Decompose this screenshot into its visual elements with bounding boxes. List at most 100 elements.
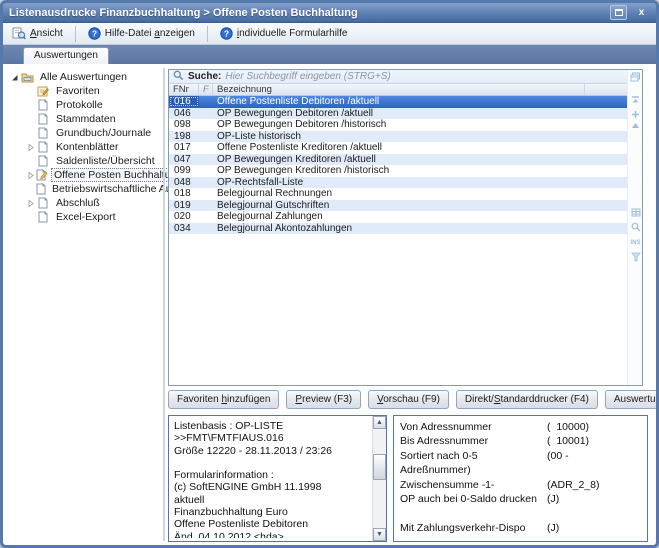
expand-arrow-icon[interactable] <box>25 170 36 181</box>
report-row-047[interactable]: 047 OP Bewegungen Kreditoren /aktuell <box>169 154 627 166</box>
auswertung-drucken-button[interactable]: Auswertung drucken <box>605 390 659 409</box>
scroll-down-icon[interactable]: ▼ <box>373 528 386 541</box>
toolbar-label: individuelle Formularhilfe <box>237 28 348 39</box>
parameter-label: OP auch bei 0-Saldo drucken <box>400 493 547 507</box>
column-header-bezeichnung[interactable]: Bezeichnung <box>213 84 585 95</box>
tree-item-betriebswirtschaftliche-auswertungen[interactable]: Betriebswirtschaftliche Auswertungen <box>9 182 161 196</box>
report-row-016[interactable]: 016 Offene Postenliste Debitoren /aktuell <box>169 96 627 108</box>
scroll-top-icon[interactable] <box>628 96 643 107</box>
cell-bezeichnung: OP-Liste historisch <box>213 131 585 142</box>
direkt-standarddrucker-button[interactable]: Direkt/Standarddrucker (F4) <box>456 390 598 409</box>
form-info-line: Finanzbuchhaltung Euro <box>174 506 368 518</box>
tree-item-grundbuch-journale[interactable]: Grundbuch/Journale <box>9 126 161 140</box>
scrollbar[interactable]: ▲ ▼ <box>372 416 386 541</box>
parameter-value <box>547 507 643 521</box>
report-row-020[interactable]: 020Belegjournal Zahlungen <box>169 211 627 223</box>
tree-item-kontenbl-tter[interactable]: Kontenblätter <box>9 140 161 154</box>
scroll-thumb[interactable] <box>373 454 386 480</box>
tree-spacer <box>25 184 36 195</box>
form-info-line <box>174 457 368 469</box>
report-row-198[interactable]: 198OP-Liste historisch <box>169 131 627 143</box>
restore-button[interactable] <box>610 5 627 20</box>
filter-icon[interactable] <box>628 252 643 264</box>
cell-fnr: 016 <box>169 96 199 107</box>
parameter-line <box>400 507 643 521</box>
cell-fnr: 048 <box>169 177 199 188</box>
report-row-017[interactable]: 017Offene Postenliste Kreditoren /aktuel… <box>169 142 627 154</box>
form-info-line: Größe 12220 - 28.11.2013 / 23:26 <box>174 445 368 457</box>
page-icon <box>36 127 50 139</box>
tree-item-stammdaten[interactable]: Stammdaten <box>9 112 161 126</box>
hilfe-datei-button[interactable]: ?Hilfe-Datei anzeigen <box>83 25 200 42</box>
preview-button[interactable]: Preview (F3) <box>286 390 361 409</box>
parameter-label: Von Adressnummer <box>400 421 547 435</box>
app-window: Listenausdrucke Finanzbuchhaltung > Offe… <box>0 0 659 548</box>
titlebar[interactable]: Listenausdrucke Finanzbuchhaltung > Offe… <box>3 3 656 23</box>
cell-bezeichnung: OP Bewegungen Debitoren /historisch <box>213 119 585 130</box>
column-header-f[interactable]: F <box>199 84 213 95</box>
cell-bezeichnung: Belegjournal Gutschriften <box>213 200 585 211</box>
vorschau-button[interactable]: Vorschau (F9) <box>368 390 449 409</box>
parameter-line: Adreßnummer) <box>400 464 643 478</box>
svg-text:?: ? <box>224 28 229 38</box>
report-row-018[interactable]: 018Belegjournal Rechnungen <box>169 188 627 200</box>
tab-auswertungen[interactable]: Auswertungen <box>23 47 109 64</box>
cell-fnr: 047 <box>169 154 199 165</box>
collapse-arrow-icon[interactable] <box>9 72 20 83</box>
toolbar-label: Ansicht <box>30 28 63 39</box>
tree-item-abschlu-[interactable]: Abschluß <box>9 196 161 210</box>
list-header: FNr F Bezeichnung <box>169 84 627 96</box>
report-row-048[interactable]: 048OP-Rechtsfall-Liste <box>169 177 627 189</box>
cell-bezeichnung: Belegjournal Zahlungen <box>213 211 585 222</box>
cell-fnr: 046 <box>169 108 199 119</box>
tree-item-label: Offene Posten Buchhaltung <box>51 168 185 182</box>
tree-item-offene-posten-buchhaltung[interactable]: Offene Posten Buchhaltung <box>9 168 161 182</box>
tree-item-alle-auswertungen[interactable]: Alle Auswertungen <box>9 70 161 84</box>
parameter-line: OP auch bei 0-Saldo drucken(J) <box>400 493 643 507</box>
report-row-034[interactable]: 034Belegjournal Akontozahlungen <box>169 223 627 235</box>
tree-item-label: Favoriten <box>53 84 103 98</box>
splitter[interactable] <box>163 68 165 541</box>
report-row-099[interactable]: 099 OP Bewegungen Kreditoren /historisch <box>169 165 627 177</box>
cell-bezeichnung: OP Bewegungen Kreditoren /aktuell <box>213 154 585 165</box>
cell-bezeichnung: OP Bewegungen Kreditoren /historisch <box>213 165 585 176</box>
grid-icon[interactable] <box>628 208 643 219</box>
report-row-019[interactable]: 019Belegjournal Gutschriften <box>169 200 627 212</box>
close-button[interactable]: x <box>633 5 650 20</box>
parameter-label: Bis Adressnummer <box>400 435 547 449</box>
cell-fnr: 099 <box>169 165 199 176</box>
columns-chooser-icon[interactable] <box>628 72 643 84</box>
folder-views-icon <box>20 72 34 83</box>
tree-item-protokolle[interactable]: Protokolle <box>9 98 161 112</box>
expand-arrow-icon[interactable] <box>25 198 36 209</box>
search-icon <box>173 70 184 84</box>
form-info-line: Listenbasis : OP-LISTE <box>174 420 368 432</box>
expand-plus-icon[interactable] <box>628 110 643 121</box>
page-icon <box>36 211 50 223</box>
parameter-value: (J) <box>547 493 643 507</box>
search-label: Suche: <box>188 71 221 82</box>
search-icon[interactable] <box>628 222 643 234</box>
parameter-line: Sortiert nach 0-5(00 - <box>400 450 643 464</box>
insert-icon[interactable]: INS <box>628 238 643 248</box>
column-header-fnr[interactable]: FNr <box>169 84 199 95</box>
favoriten-hinzufuegen-button[interactable]: Favoriten hinzufügen <box>168 390 279 409</box>
tree-item-favoriten[interactable]: Favoriten <box>9 84 161 98</box>
toolbar: Ansicht ?Hilfe-Datei anzeigen? individuell… <box>3 23 656 45</box>
expand-arrow-icon[interactable] <box>25 142 36 153</box>
scroll-up-icon[interactable]: ▲ <box>373 416 386 429</box>
parameter-value: (00 - <box>547 450 643 464</box>
cell-bezeichnung: Offene Postenliste Debitoren /aktuell <box>213 96 585 107</box>
parameter-label <box>400 507 547 521</box>
report-row-046[interactable]: 046OP Bewegungen Debitoren /aktuell <box>169 108 627 120</box>
formularhilfe-button[interactable]: ? individuelle Formularhilfe <box>215 25 353 42</box>
report-row-098[interactable]: 098OP Bewegungen Debitoren /historisch <box>169 119 627 131</box>
ansicht-button[interactable]: Ansicht <box>7 25 68 42</box>
parameter-line: Zwischensumme -1-(ADR_2_8) <box>400 479 643 493</box>
tree-item-saldenliste-bersicht[interactable]: Saldenliste/Übersicht <box>9 154 161 168</box>
parameter-line: Mit Zahlungsverkehr-Dispo(J) <box>400 522 643 536</box>
sort-up-icon[interactable] <box>628 122 643 132</box>
tree-item-excel-export[interactable]: Excel-Export <box>9 210 161 224</box>
parameter-value: (J) <box>547 522 643 536</box>
search-bar[interactable]: Suche: Hier Suchbegriff eingeben (STRG+S… <box>169 70 627 84</box>
